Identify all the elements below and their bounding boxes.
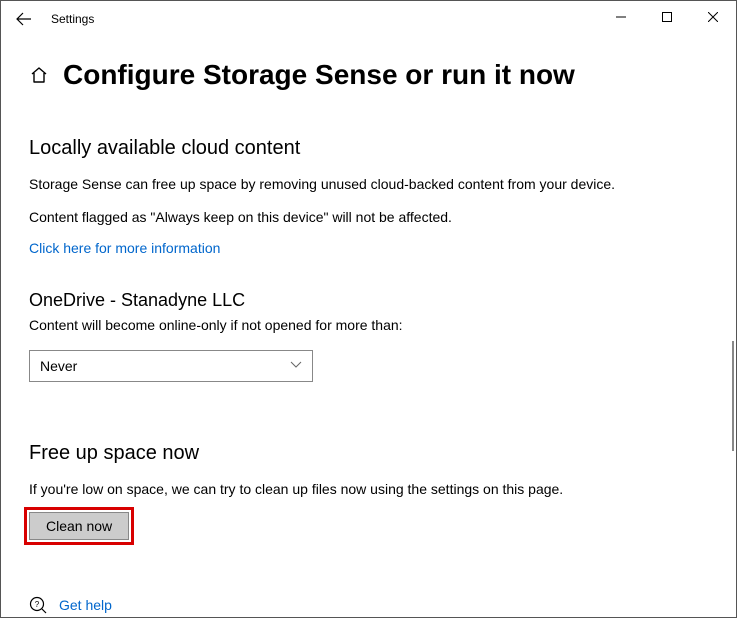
onedrive-period-select[interactable]: Never [29,350,313,382]
home-icon[interactable] [29,65,49,85]
close-button[interactable] [690,1,736,33]
minimize-button[interactable] [598,1,644,33]
page-title: Configure Storage Sense or run it now [63,59,575,91]
chevron-down-icon [290,361,302,372]
maximize-button[interactable] [644,1,690,33]
select-value: Never [40,358,77,374]
section-heading-freeup: Free up space now [29,442,708,465]
section-heading-cloud: Locally available cloud content [29,137,708,160]
page-header: Configure Storage Sense or run it now [29,59,708,91]
get-help-link[interactable]: Get help [59,597,112,613]
help-icon: ? [29,596,47,614]
svg-text:?: ? [35,600,40,609]
cloud-desc-1: Storage Sense can free up space by remov… [29,174,708,195]
freeup-desc: If you're low on space, we can try to cl… [29,479,708,500]
clean-now-button[interactable]: Clean now [29,512,129,540]
scrollbar[interactable] [732,341,734,451]
back-icon[interactable] [15,10,33,28]
more-info-link[interactable]: Click here for more information [29,240,220,256]
account-title: OneDrive - Stanadyne LLC [29,290,708,311]
app-title: Settings [51,12,94,26]
account-desc: Content will become online-only if not o… [29,315,708,336]
title-bar: Settings [1,1,736,37]
cloud-desc-2: Content flagged as "Always keep on this … [29,207,708,228]
